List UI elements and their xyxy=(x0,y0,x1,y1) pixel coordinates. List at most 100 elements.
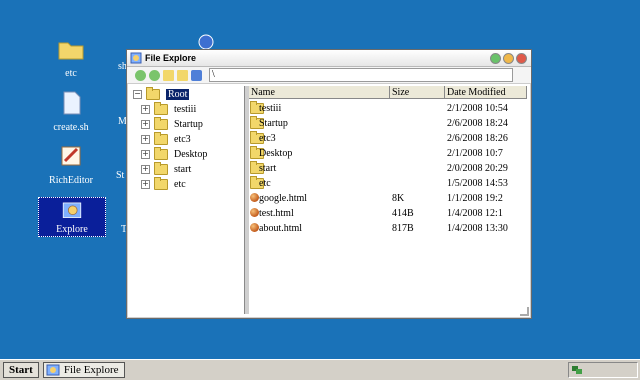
system-tray xyxy=(568,362,638,378)
file-row[interactable]: Desktop 2/1/2008 10:7 xyxy=(249,146,527,161)
file-name: test.html xyxy=(259,208,294,219)
tree-node[interactable]: + testiii xyxy=(141,101,197,116)
tree-node-label: testiii xyxy=(174,103,197,115)
folder-icon xyxy=(154,146,168,160)
file-name: Startup xyxy=(259,118,288,129)
file-list[interactable]: Name Size Date Modified testiii 2/1/2008… xyxy=(249,86,527,314)
desktop-icon-richeditor[interactable]: RichEditor xyxy=(36,141,106,187)
taskbar: Start File Explore xyxy=(0,359,640,380)
file-explore-window[interactable]: File Explore \ − Root + testiii + Startu… xyxy=(126,49,532,319)
column-header-size[interactable]: Size xyxy=(390,86,445,99)
back-icon[interactable] xyxy=(135,69,146,81)
file-name: etc3 xyxy=(259,133,276,144)
file-row[interactable]: etc3 2/6/2008 18:26 xyxy=(249,131,527,146)
tree-node[interactable]: + Startup xyxy=(141,116,203,131)
file-date: 2/1/2008 10:54 xyxy=(447,103,508,114)
folder-icon xyxy=(154,131,168,145)
network-icon[interactable] xyxy=(571,364,583,376)
file-name: testiii xyxy=(259,103,282,114)
folder-icon xyxy=(154,161,168,175)
desktop-icon-label: create.sh xyxy=(53,122,89,133)
explore-icon xyxy=(62,202,82,218)
expand-icon[interactable]: + xyxy=(141,104,150,114)
tree-node[interactable]: + start xyxy=(141,161,192,176)
folder-tree[interactable]: − Root + testiii + Startup + etc3 + Desk… xyxy=(130,86,243,314)
title-bar[interactable]: File Explore xyxy=(127,50,531,67)
file-date: 2/6/2008 18:24 xyxy=(447,118,508,129)
taskbar-item-label: File Explore xyxy=(63,364,119,376)
pen-icon xyxy=(61,146,81,166)
forward-icon[interactable] xyxy=(149,69,160,81)
expand-icon[interactable]: + xyxy=(141,119,150,129)
taskbar-item-file-explore[interactable]: File Explore xyxy=(42,362,125,378)
file-date: 1/5/2008 14:53 xyxy=(447,178,508,189)
tree-node-label: start xyxy=(174,163,192,175)
tree-node-label: etc3 xyxy=(174,133,191,145)
file-name: Desktop xyxy=(259,148,293,159)
html-file-icon xyxy=(250,223,259,232)
up-folder-icon[interactable] xyxy=(163,69,174,81)
desktop-icon-label: Explore xyxy=(56,224,88,235)
resize-grip[interactable] xyxy=(520,307,529,316)
desktop-icon-partial-label: St xyxy=(116,170,125,181)
file-size: 817B xyxy=(392,223,414,234)
file-date: 1/4/2008 13:30 xyxy=(447,223,508,234)
folder-icon xyxy=(154,176,168,190)
file-row[interactable]: start 2/0/2008 20:29 xyxy=(249,161,527,176)
desktop-icon-explore[interactable]: Explore xyxy=(38,197,106,237)
window-title: File Explore xyxy=(145,53,197,63)
minimize-button[interactable] xyxy=(490,52,501,64)
file-size: 414B xyxy=(392,208,414,219)
explore-icon xyxy=(130,52,142,64)
new-folder-icon[interactable] xyxy=(177,69,188,81)
desktop-icon-label: etc xyxy=(65,68,77,79)
file-date: 1/1/2008 19:2 xyxy=(447,193,503,204)
tree-node[interactable]: + etc3 xyxy=(141,131,191,146)
file-size: 8K xyxy=(392,193,405,204)
expand-icon[interactable]: + xyxy=(141,164,150,174)
tree-node-label: Root xyxy=(166,88,190,100)
tree-node-label: etc xyxy=(174,178,186,190)
desktop-icon-label: RichEditor xyxy=(49,175,93,186)
column-header-date[interactable]: Date Modified xyxy=(445,86,527,99)
tree-node-root[interactable]: − Root xyxy=(133,86,190,101)
folder-icon xyxy=(58,42,84,60)
file-name: google.html xyxy=(259,193,308,204)
file-date: 2/6/2008 18:26 xyxy=(447,133,508,144)
file-row[interactable]: etc 1/5/2008 14:53 xyxy=(249,176,527,191)
tree-node[interactable]: + Desktop xyxy=(141,146,208,161)
file-date: 1/4/2008 12:1 xyxy=(447,208,503,219)
start-button[interactable]: Start xyxy=(3,362,39,378)
file-row[interactable]: google.html 8K 1/1/2008 19:2 xyxy=(249,192,527,206)
desktop-icon-create-sh[interactable]: create.sh xyxy=(36,88,106,134)
html-file-icon xyxy=(250,193,259,202)
column-header-name[interactable]: Name xyxy=(249,86,390,99)
desktop-icon-etc[interactable]: etc xyxy=(36,34,106,80)
file-date: 2/1/2008 10:7 xyxy=(447,148,503,159)
folder-icon xyxy=(154,101,168,115)
close-button[interactable] xyxy=(516,52,527,64)
tree-node-label: Desktop xyxy=(174,148,208,160)
collapse-icon[interactable]: − xyxy=(133,89,142,99)
refresh-icon[interactable] xyxy=(191,69,202,81)
tree-node-label: Startup xyxy=(174,118,203,130)
file-icon xyxy=(63,91,81,115)
file-row[interactable]: Startup 2/6/2008 18:24 xyxy=(249,116,527,131)
folder-icon xyxy=(146,86,160,100)
address-bar[interactable]: \ xyxy=(209,68,513,82)
tree-node[interactable]: + etc xyxy=(141,176,186,191)
file-name: about.html xyxy=(259,223,303,234)
expand-icon[interactable]: + xyxy=(141,179,150,189)
maximize-button[interactable] xyxy=(503,52,514,64)
expand-icon[interactable]: + xyxy=(141,149,150,159)
file-name: etc xyxy=(259,178,271,189)
file-row[interactable]: testiii 2/1/2008 10:54 xyxy=(249,101,527,116)
file-date: 2/0/2008 20:29 xyxy=(447,163,508,174)
file-row[interactable]: about.html 817B 1/4/2008 13:30 xyxy=(249,222,527,236)
html-file-icon xyxy=(250,208,259,217)
folder-icon xyxy=(154,116,168,130)
file-row[interactable]: test.html 414B 1/4/2008 12:1 xyxy=(249,207,527,221)
expand-icon[interactable]: + xyxy=(141,134,150,144)
explore-icon xyxy=(46,364,60,376)
file-name: start xyxy=(259,163,277,174)
